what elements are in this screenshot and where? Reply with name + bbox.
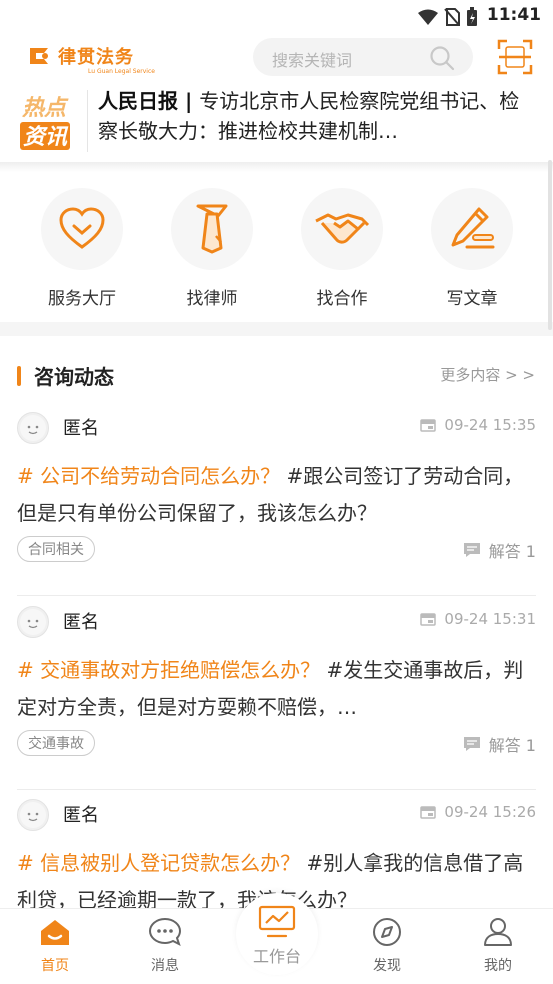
svg-text:热点: 热点	[21, 96, 69, 121]
quick-link-icon-wrap	[41, 188, 123, 270]
consult-post[interactable]: 匿名 09-24 15:35 # 公司不给劳动合同怎么办？ #跟公司签订了劳动合…	[0, 402, 553, 596]
tab-messages[interactable]: 消息	[125, 917, 205, 975]
post-answers-count: 解答 1	[488, 542, 536, 561]
post-body: # 交通事故对方拒绝赔偿怎么办？ #发生交通事故后，判定对方全责，但是对方耍赖不…	[17, 652, 537, 726]
app-header: 律贯法务 Lu Guan Legal Service 搜索关键词	[0, 32, 553, 82]
quick-link-icon-wrap	[301, 188, 383, 270]
post-user: 匿名	[63, 805, 99, 826]
logo-mark-icon	[30, 48, 48, 64]
tab-workbench[interactable]: 工作台	[236, 893, 318, 975]
calendar-icon	[420, 613, 437, 626]
hot-news-banner[interactable]: 热点 资讯 人民日报 | 专访北京市人民检察院党组书记、检察长敬大力：推进检校共…	[0, 84, 553, 170]
avatar	[17, 412, 49, 444]
monitor-icon	[258, 905, 296, 938]
tab-label: 首页	[41, 958, 69, 974]
tab-home[interactable]: 首页	[15, 917, 95, 975]
tie-icon	[196, 204, 228, 254]
post-answers: 解答 1	[463, 732, 536, 756]
tab-label: 我的	[484, 958, 512, 974]
pencil-icon	[451, 207, 495, 249]
post-time-text: 09-24 15:31	[444, 610, 536, 628]
post-user: 匿名	[63, 612, 99, 633]
calendar-icon	[420, 806, 437, 819]
hot-news-badge-icon: 热点 资讯	[20, 96, 70, 150]
status-bar: 11:41	[0, 0, 553, 32]
tab-profile[interactable]: 我的	[458, 917, 538, 975]
quick-link-service-hall[interactable]: 服务大厅	[27, 188, 137, 309]
post-topic: # 公司不给劳动合同怎么办？	[17, 464, 281, 488]
compass-icon	[373, 918, 401, 946]
svg-text:资讯: 资讯	[23, 125, 69, 150]
tab-label: 工作台	[252, 947, 301, 966]
post-time: 09-24 15:35	[420, 416, 536, 434]
quick-link-write-article[interactable]: 写文章	[417, 188, 527, 309]
avatar	[17, 606, 49, 638]
app-logo: 律贯法务 Lu Guan Legal Service	[26, 42, 155, 75]
news-headline[interactable]: 人民日报 | 专访北京市人民检察院党组书记、检察长敬大力：推进检校共建机制…	[98, 86, 523, 146]
status-time: 11:41	[486, 5, 541, 25]
post-time-text: 09-24 15:35	[444, 416, 536, 434]
tab-label: 消息	[151, 958, 179, 974]
quick-link-label: 找合作	[316, 289, 368, 309]
section-title: 咨询动态	[34, 365, 114, 389]
consult-section-header: 咨询动态 更多内容 > >	[0, 352, 553, 400]
post-answers: 解答 1	[463, 538, 536, 562]
tab-label: 发现	[373, 958, 401, 974]
post-tag[interactable]: 交通事故	[17, 730, 95, 756]
quick-link-icon-wrap	[431, 188, 513, 270]
tab-discover[interactable]: 发现	[347, 917, 427, 975]
wifi-icon	[418, 9, 438, 25]
news-source: 人民日报 |	[98, 89, 200, 113]
section-accent-bar	[17, 366, 21, 386]
post-body: # 公司不给劳动合同怎么办？ #跟公司签订了劳动合同，但是只有单份公司保留了，我…	[17, 458, 537, 532]
message-icon	[148, 917, 182, 946]
quick-link-find-lawyer[interactable]: 找律师	[157, 188, 267, 309]
quick-link-label: 服务大厅	[48, 289, 116, 309]
post-tag[interactable]: 合同相关	[17, 536, 95, 562]
status-icons	[418, 7, 478, 27]
logo-name: 律贯法务	[58, 47, 134, 68]
logo-subtitle: Lu Guan Legal Service	[88, 68, 155, 75]
post-time: 09-24 15:31	[420, 610, 536, 628]
scan-icon[interactable]	[496, 38, 534, 76]
post-user: 匿名	[63, 418, 99, 439]
search-placeholder: 搜索关键词	[272, 51, 353, 70]
quick-link-label: 找律师	[186, 289, 238, 309]
quick-link-icon-wrap	[171, 188, 253, 270]
search-bar[interactable]: 搜索关键词	[253, 38, 473, 76]
comment-icon	[463, 543, 480, 557]
post-time: 09-24 15:26	[420, 803, 536, 821]
home-icon	[41, 920, 69, 945]
search-icon[interactable]	[429, 45, 455, 71]
user-icon	[484, 918, 512, 946]
bottom-tab-bar: 首页 消息 工作台 发现 我的	[0, 893, 553, 984]
post-topic: # 交通事故对方拒绝赔偿怎么办？	[17, 658, 321, 682]
scrollbar[interactable]	[548, 160, 552, 330]
section-gap	[0, 322, 553, 336]
more-link[interactable]: 更多内容 > >	[440, 364, 535, 385]
avatar	[17, 799, 49, 831]
news-divider-shadow	[0, 162, 553, 172]
quick-link-label: 写文章	[446, 289, 498, 309]
quick-link-find-partner[interactable]: 找合作	[287, 188, 397, 309]
consult-post[interactable]: 匿名 09-24 15:31 # 交通事故对方拒绝赔偿怎么办？ #发生交通事故后…	[0, 596, 553, 790]
quick-links: 服务大厅 找律师 找合作 写文章	[0, 172, 553, 322]
no-sim-icon	[444, 8, 460, 26]
post-topic: # 信息被别人登记贷款怎么办？	[17, 851, 301, 875]
news-divider	[87, 90, 88, 152]
calendar-icon	[420, 419, 437, 432]
heart-icon	[59, 207, 105, 249]
post-time-text: 09-24 15:26	[444, 803, 536, 821]
comment-icon	[463, 737, 480, 751]
post-answers-count: 解答 1	[488, 736, 536, 755]
battery-icon	[467, 7, 477, 26]
handshake-icon	[315, 213, 370, 244]
